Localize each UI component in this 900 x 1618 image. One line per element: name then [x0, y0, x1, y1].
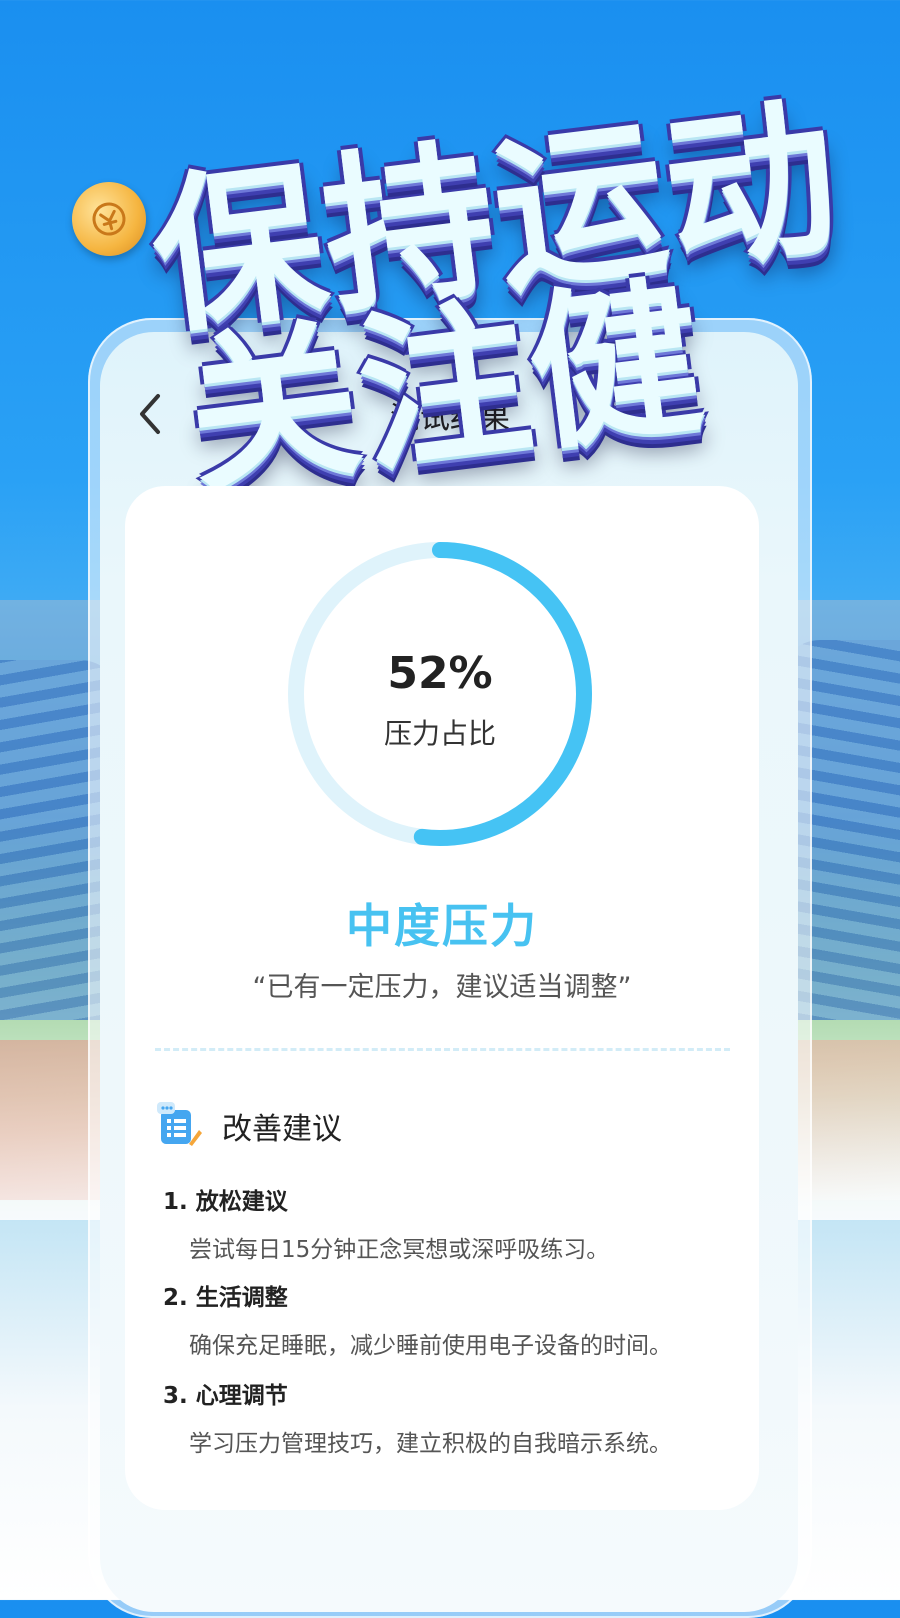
pressure-label: 压力占比 [383, 717, 496, 750]
advice-item-text: 学习压力管理技巧，建立积极的自我暗示系统。 [189, 1431, 672, 1457]
advice-item-heading: 2. 生活调整 [163, 1285, 288, 1311]
advice-item-heading: 1. 放松建议 [163, 1189, 288, 1215]
advice-item: 2. 生活调整 确保充足睡眠，减少睡前使用电子设备的时间。 [163, 1278, 743, 1360]
pressure-level: 中度压力 [346, 899, 538, 953]
advice-item: 3. 心理调节 学习压力管理技巧，建立积极的自我暗示系统。 [163, 1376, 743, 1458]
advice-item: 1. 放松建议 尝试每日15分钟正念冥想或深呼吸练习。 [163, 1182, 743, 1264]
advice-item-heading: 3. 心理调节 [163, 1383, 288, 1409]
pressure-percent: 52% [387, 648, 493, 699]
clipboard-list-icon [155, 1100, 203, 1148]
advice-section-title: 改善建议 [222, 1112, 342, 1147]
advice-item-text: 确保充足睡眠，减少睡前使用电子设备的时间。 [189, 1333, 672, 1359]
promo-headline: 保持运动 关注健康 [90, 40, 850, 762]
dashed-divider [155, 1048, 730, 1051]
pressure-quote: “已有一定压力，建议适当调整” [252, 972, 632, 1003]
advice-item-text: 尝试每日15分钟正念冥想或深呼吸练习。 [189, 1237, 610, 1263]
